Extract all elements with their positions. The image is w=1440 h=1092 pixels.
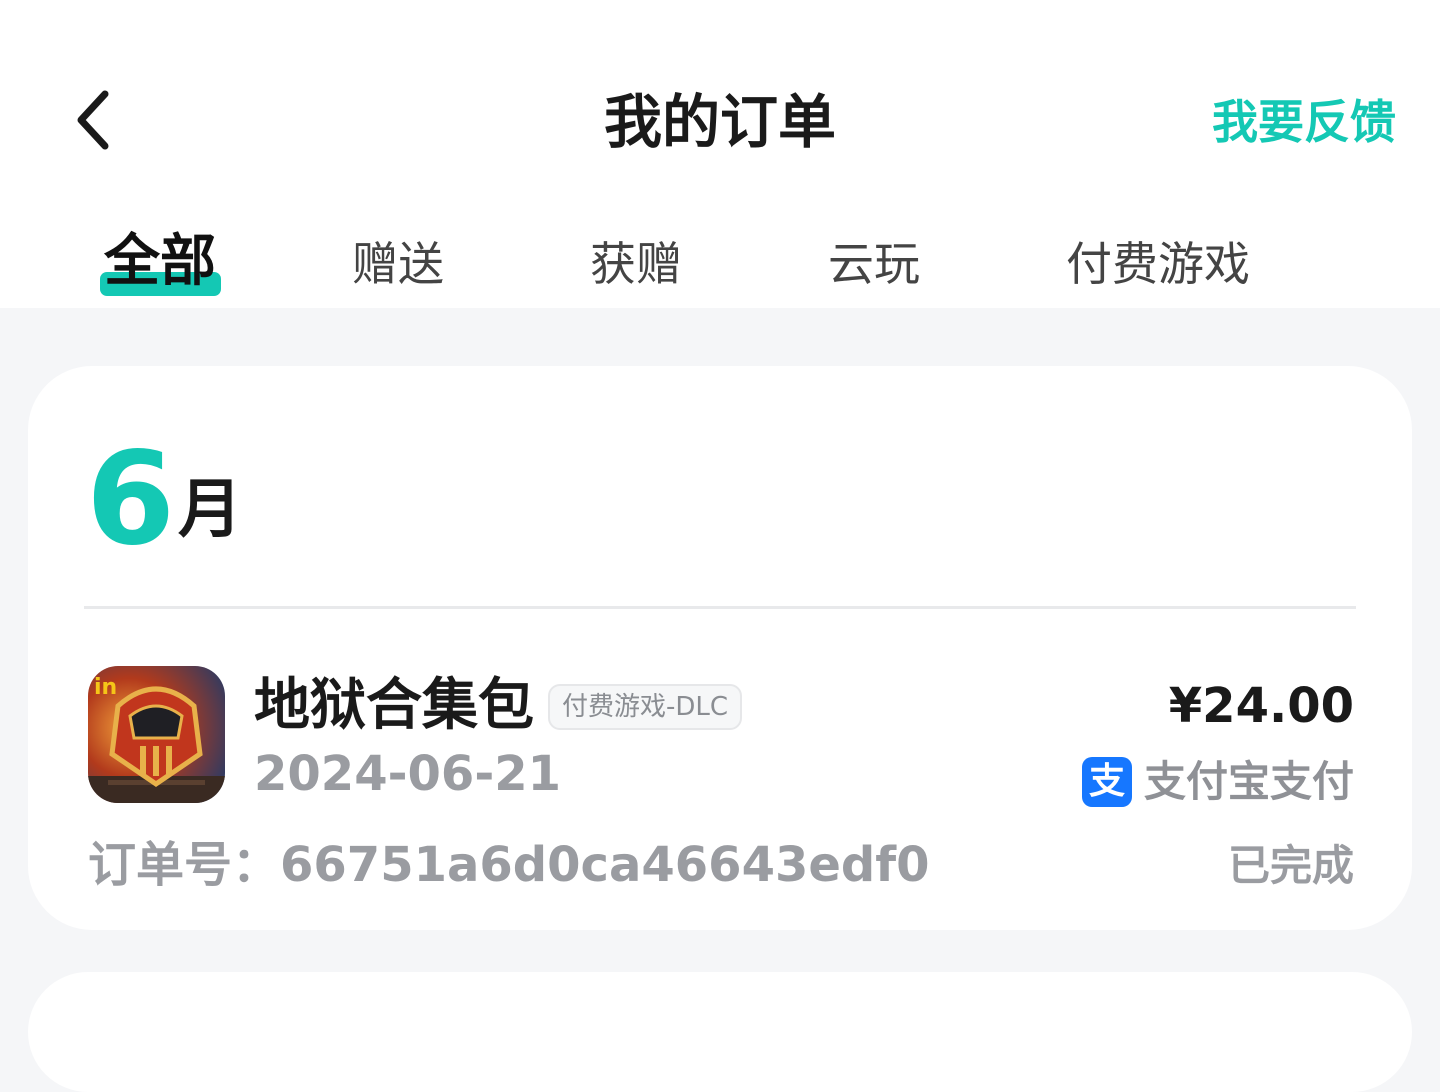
tab-paid-games[interactable]: 付费游戏 (1066, 226, 1250, 302)
payment-method-label: 支付宝支付 (1143, 757, 1354, 806)
game-icon[interactable]: in (88, 666, 225, 803)
order-price: ¥24.00 (1168, 678, 1354, 734)
category-tag: 付费游戏-DLC (548, 684, 743, 730)
tab-gift-sent[interactable]: 赠送 (352, 226, 444, 302)
month-unit: 月 (178, 473, 242, 547)
payment-method: 支 支付宝支付 (1081, 752, 1354, 812)
svg-text:in: in (94, 675, 117, 700)
tab-cloud-play[interactable]: 云玩 (828, 226, 920, 302)
tab-all[interactable]: 全部 (104, 224, 216, 300)
tab-gift-received[interactable]: 获赠 (590, 226, 682, 302)
alipay-icon: 支 (1081, 757, 1132, 807)
month-number: 6 (86, 425, 176, 574)
next-order-card (28, 972, 1412, 1092)
order-status: 已完成 (1227, 841, 1354, 890)
helmet-icon: in (88, 666, 225, 803)
divider (84, 606, 1356, 609)
order-date: 2024-06-21 (254, 746, 562, 802)
order-number[interactable]: 订单号：66751a6d0ca46643edf0 (88, 834, 930, 896)
feedback-button[interactable]: 我要反馈 (1212, 90, 1396, 154)
order-item-name: 地狱合集包 (254, 673, 534, 738)
